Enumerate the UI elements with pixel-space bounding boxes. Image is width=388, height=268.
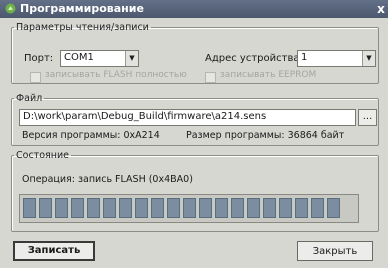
address-select[interactable]: 1 ▼ [297, 50, 376, 67]
progress-segment [311, 198, 324, 218]
progress-segment [87, 198, 100, 218]
flash-full-label: записывать FLASH полностью [45, 70, 187, 80]
progress-segment [135, 198, 148, 218]
progress-segment [151, 198, 164, 218]
address-value: 1 [301, 52, 308, 63]
file-path-input[interactable]: D:\work\param\Debug_Build\firmware\a214.… [19, 109, 356, 126]
eeprom-label: записывать EEPROM [220, 70, 317, 80]
port-label: Порт: [24, 53, 54, 64]
operation-text: Операция: запись FLASH (0x4BA0) [22, 174, 193, 185]
progress-segment [55, 198, 68, 218]
progress-segment [247, 198, 260, 218]
chevron-down-icon[interactable]: ▼ [362, 51, 375, 66]
browse-button[interactable]: ... [358, 109, 377, 126]
close-window-icon[interactable]: x [374, 0, 388, 18]
rw-params-legend: Параметры чтения/записи [16, 22, 149, 33]
port-select[interactable]: COM1 ▼ [60, 50, 139, 67]
close-button[interactable]: Закрыть [297, 241, 373, 261]
progress-segment [295, 198, 308, 218]
file-legend: Файл [16, 93, 43, 104]
progress-segment [71, 198, 84, 218]
progress-segment [183, 198, 196, 218]
flash-full-checkbox[interactable] [30, 72, 41, 83]
title-bar[interactable]: Программирование x [0, 0, 388, 18]
window-title: Программирование [20, 2, 144, 15]
chevron-down-icon[interactable]: ▼ [125, 51, 138, 66]
progress-segment [215, 198, 228, 218]
programming-dialog: Программирование x Параметры чтения/запи… [0, 0, 388, 268]
progress-segment [167, 198, 180, 218]
progress-segment [231, 198, 244, 218]
file-path-value: D:\work\param\Debug_Build\firmware\a214.… [23, 111, 267, 122]
eeprom-checkbox[interactable] [205, 72, 216, 83]
progress-segment [199, 198, 212, 218]
port-value: COM1 [64, 52, 94, 63]
app-icon [5, 3, 16, 14]
progress-segment [119, 198, 132, 218]
progress-segment [263, 198, 276, 218]
write-button[interactable]: Записать [13, 241, 95, 261]
progress-segment [279, 198, 292, 218]
version-text: Версия программы: 0xA214 [22, 130, 160, 141]
progress-segment [23, 198, 36, 218]
address-label: Адрес устройства: [205, 53, 303, 64]
progress-bar [19, 194, 359, 223]
size-text: Размер программы: 36864 байт [186, 130, 345, 141]
progress-segment [103, 198, 116, 218]
progress-segment [39, 198, 52, 218]
progress-segment [327, 198, 340, 218]
state-legend: Состояние [16, 150, 69, 161]
